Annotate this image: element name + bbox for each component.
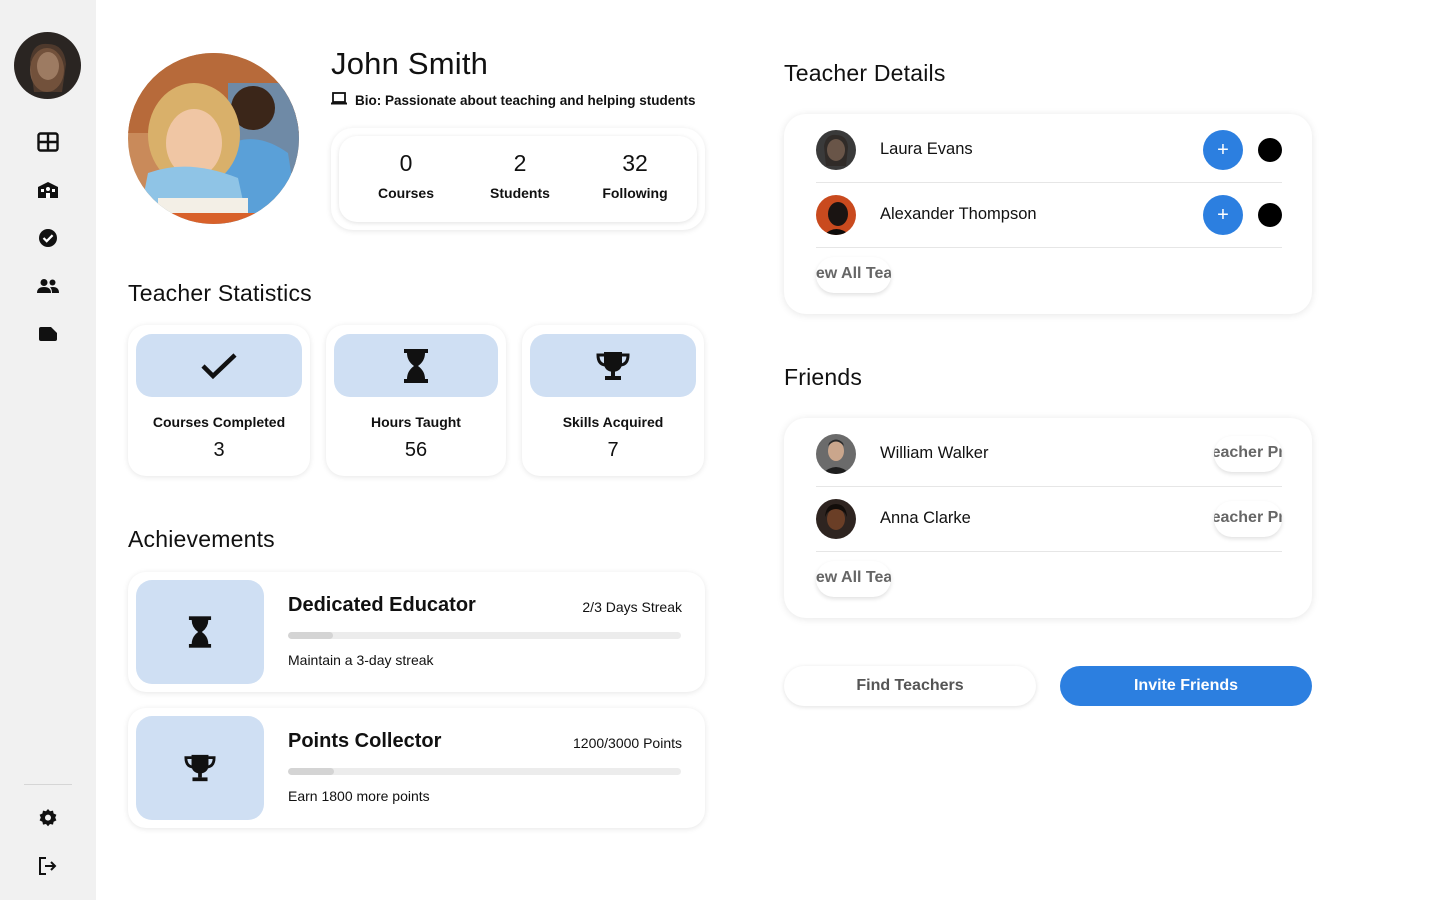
achievement-progress-fill <box>288 768 335 775</box>
more-button[interactable] <box>1258 203 1282 227</box>
stat-card-value: 3 <box>213 439 225 461</box>
friends-title: Friends <box>784 364 863 390</box>
stat-card-label: Courses Completed <box>152 414 286 430</box>
row-divider <box>816 247 1282 248</box>
teacher-name: Laura Evans <box>880 140 973 158</box>
invite-friends-button[interactable]: Invite Friends <box>1060 666 1312 706</box>
avatar <box>816 434 856 474</box>
hourglass-icon <box>334 334 498 397</box>
achievement-card: Dedicated Educator 2/3 Days Streak Maint… <box>128 572 705 692</box>
stat-courses: 0 Courses <box>356 150 456 201</box>
teacher-profile-button[interactable]: Teacher Profile <box>1214 436 1282 472</box>
stat-label: Courses <box>377 185 435 201</box>
achievement-meta: 2/3 Days Streak <box>582 599 682 615</box>
profile-bio: Bio: Passionate about teaching and helpi… <box>331 92 696 108</box>
stat-card-skills-acquired: Skills Acquired 7 <box>522 325 704 476</box>
laptop-icon <box>331 92 347 108</box>
achievements-title: Achievements <box>128 526 275 552</box>
stat-card-hours-taught: Hours Taught 56 <box>326 325 506 476</box>
check-icon <box>136 334 302 397</box>
achievement-desc: Earn 1800 more points <box>288 788 430 804</box>
school-icon[interactable] <box>36 178 60 202</box>
profile-stats-inner: 0 Courses 2 Students 32 Following <box>339 136 697 222</box>
check-circle-icon[interactable] <box>36 226 60 250</box>
statistics-title: Teacher Statistics <box>128 280 312 306</box>
stat-card-value: 56 <box>404 439 428 461</box>
stat-value: 2 <box>513 150 527 176</box>
friend-row: Anna Clarke Teacher Profile <box>816 487 1282 552</box>
view-all-label: View All Teachers <box>816 265 891 282</box>
trophy-icon <box>136 716 264 820</box>
teacher-profile-label: Teacher Profile <box>1214 444 1282 461</box>
profile-avatar <box>128 53 299 224</box>
avatar <box>816 130 856 170</box>
sidebar-divider <box>24 784 72 785</box>
sidebar-avatar[interactable] <box>14 32 81 99</box>
hourglass-icon <box>136 580 264 684</box>
trophy-icon <box>530 334 696 397</box>
friends-panel: William Walker Teacher Profile Anna Clar… <box>784 418 1312 618</box>
view-all-teachers-button[interactable]: View All Teachers <box>816 257 891 293</box>
friend-name: William Walker <box>880 444 989 462</box>
folder-icon[interactable] <box>36 322 60 346</box>
achievement-progress <box>288 632 681 639</box>
achievement-progress <box>288 768 681 775</box>
achievement-title: Dedicated Educator <box>288 594 476 616</box>
teacher-name: Alexander Thompson <box>880 205 1037 223</box>
stat-value: 32 <box>622 150 648 176</box>
teacher-profile-button[interactable]: Teacher Profile <box>1214 501 1282 537</box>
dashboard-icon[interactable] <box>36 130 60 154</box>
logout-icon[interactable] <box>36 854 60 878</box>
bio-text: Bio: Passionate about teaching and helpi… <box>355 92 696 108</box>
profile-stats: 0 Courses 2 Students 32 Following <box>331 128 705 230</box>
achievement-progress-fill <box>288 632 334 639</box>
avatar <box>816 195 856 235</box>
stat-label: Following <box>602 185 668 201</box>
find-teachers-button[interactable]: Find Teachers <box>784 666 1036 706</box>
achievement-title: Points Collector <box>288 730 442 752</box>
achievement-meta: 1200/3000 Points <box>573 735 682 751</box>
view-all-friends-button[interactable]: View All Teachers <box>816 561 891 597</box>
achievement-card: Points Collector 1200/3000 Points Earn 1… <box>128 708 705 828</box>
achievement-desc: Maintain a 3-day streak <box>288 652 434 668</box>
teachers-title: Teacher Details <box>784 60 946 86</box>
row-divider <box>816 551 1282 552</box>
stat-students: 2 Students <box>470 150 570 201</box>
teacher-profile-label: Teacher Profile <box>1214 509 1282 526</box>
sidebar <box>0 0 96 900</box>
friend-row: William Walker Teacher Profile <box>816 422 1282 487</box>
gear-icon[interactable] <box>36 806 60 830</box>
more-button[interactable] <box>1258 138 1282 162</box>
add-teacher-button[interactable]: + <box>1203 130 1243 170</box>
stat-value: 0 <box>399 150 413 176</box>
view-all-label: View All Teachers <box>816 569 891 586</box>
avatar <box>816 499 856 539</box>
profile-name: John Smith <box>331 46 489 81</box>
stat-card-courses-completed: Courses Completed 3 <box>128 325 310 476</box>
stat-label: Students <box>490 185 550 201</box>
stat-following: 32 Following <box>585 150 685 201</box>
add-teacher-button[interactable]: + <box>1203 195 1243 235</box>
stat-card-label: Hours Taught <box>371 414 461 430</box>
teachers-panel: Laura Evans + Alexander Thompson + View … <box>784 114 1312 314</box>
teacher-row: Alexander Thompson + <box>816 183 1282 248</box>
people-icon[interactable] <box>36 274 60 298</box>
stat-card-value: 7 <box>607 439 619 461</box>
friend-name: Anna Clarke <box>880 509 971 527</box>
teacher-row: Laura Evans + <box>816 118 1282 183</box>
stat-card-label: Skills Acquired <box>562 414 664 430</box>
